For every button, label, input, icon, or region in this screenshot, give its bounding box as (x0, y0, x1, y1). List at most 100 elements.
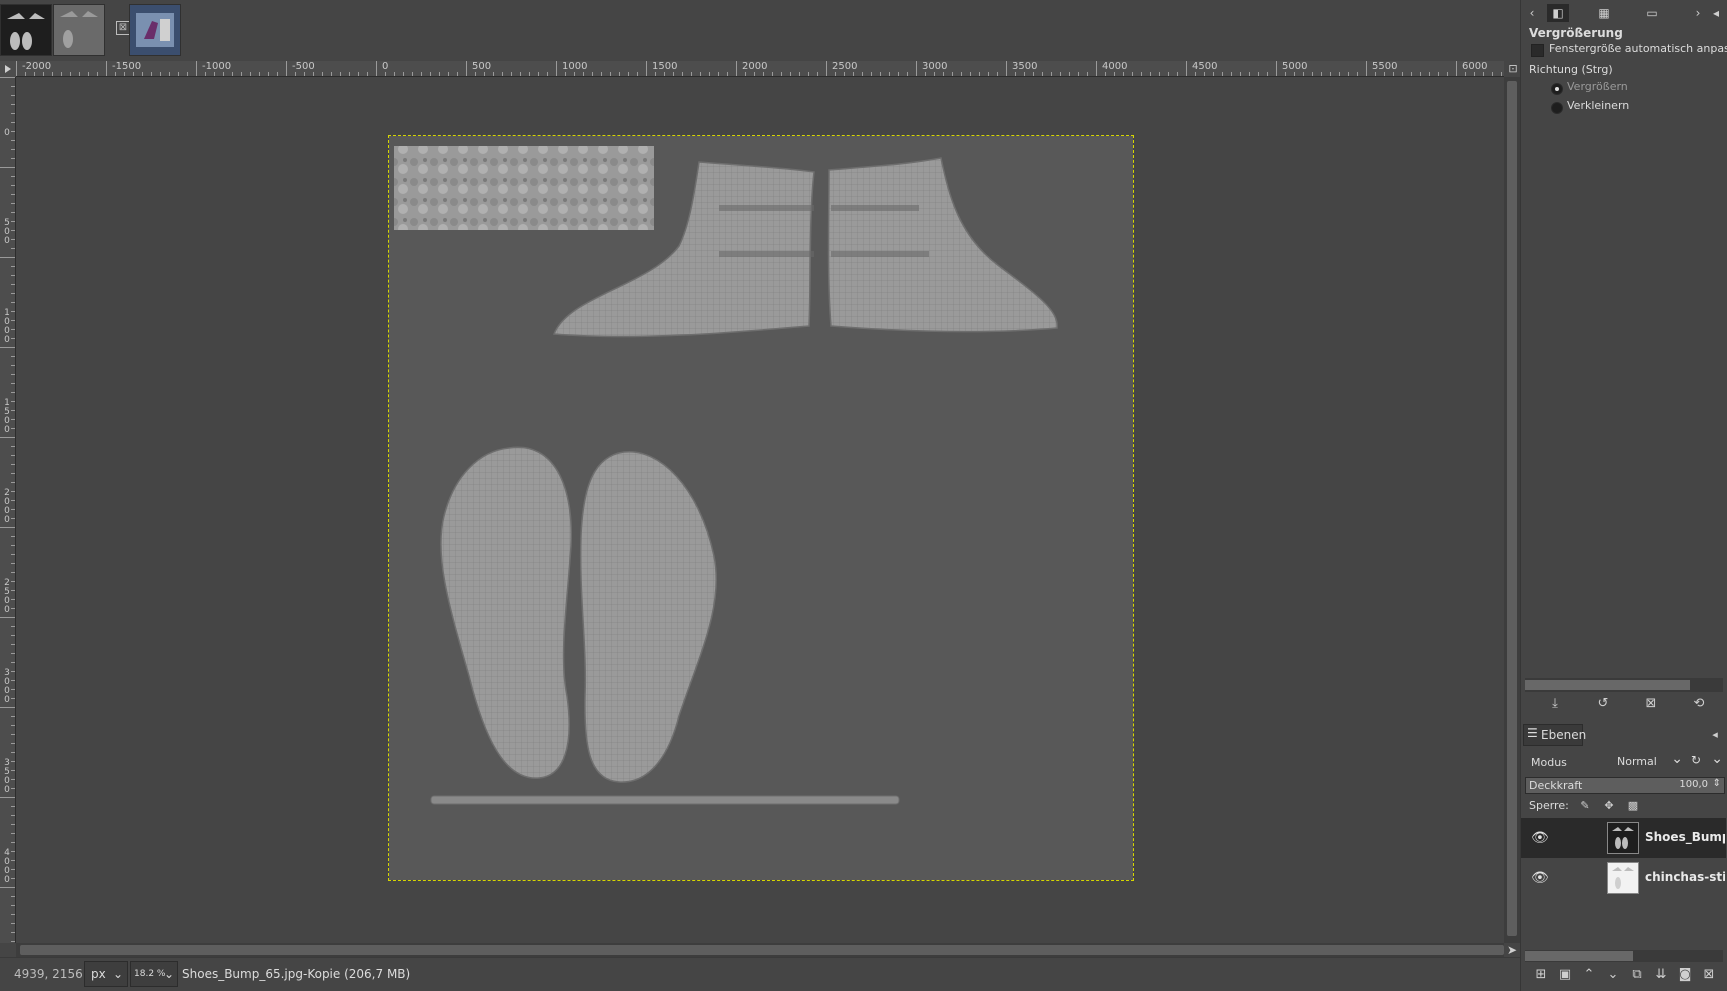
ruler-tick-label: -1000 (202, 61, 232, 72)
file-info: Shoes_Bump_65.jpg-Kopie (206,7 MB) (182, 967, 411, 981)
ruler-tick-label: 3000 (4, 668, 10, 705)
horizontal-ruler[interactable]: -2000 -1500 -1000 -500 0 500 1000 1500 2000 2500 3… (16, 61, 1504, 77)
device-status-tab[interactable]: ▭ (1641, 4, 1663, 22)
tool-options-tab[interactable]: ◧ (1547, 4, 1569, 22)
vertical-scrollbar[interactable] (1504, 77, 1520, 943)
ruler-tick-label: 1500 (652, 61, 678, 72)
ruler-tick-label: -1500 (112, 61, 142, 72)
navigate-icon[interactable]: ➤ (1504, 943, 1520, 957)
delete-layer-icon[interactable]: ⊠ (1699, 966, 1719, 984)
dock-menu-icon[interactable]: ◂ (1705, 726, 1725, 744)
mode-label: Modus (1531, 756, 1567, 769)
ruler-tick-label: 500 (472, 61, 492, 72)
ruler-tick-label: 4500 (1192, 61, 1218, 72)
lock-label: Sperre: (1529, 799, 1569, 812)
vertical-ruler[interactable]: 0 500 1000 1500 2000 2500 3000 3500 4000 (0, 77, 16, 943)
chevron-down-icon: ⌄ (112, 967, 123, 981)
scrollbar-thumb[interactable] (1525, 680, 1690, 690)
zoom-select[interactable]: 18.2 % ⌄ (130, 961, 178, 987)
save-tool-preset-icon[interactable]: ⤓ (1545, 695, 1565, 713)
ruler-tick-label: 1000 (562, 61, 588, 72)
ruler-tick-label: 6000 (1462, 61, 1488, 72)
ruler-tick-label: 3500 (1012, 61, 1038, 72)
visibility-eye-icon[interactable]: 👁 (1531, 830, 1549, 846)
lock-alpha-icon[interactable]: ▩ (1623, 797, 1643, 815)
horizontal-scrollbar[interactable] (16, 943, 1504, 957)
zoom-out-label: Verkleinern (1567, 99, 1630, 112)
ruler-tick-label: 2500 (832, 61, 858, 72)
raise-layer-icon[interactable]: ⌃ (1579, 966, 1599, 984)
scrollbar-thumb[interactable] (1507, 81, 1517, 936)
zoom-out-radio[interactable] (1551, 102, 1563, 114)
image-tab-render[interactable] (129, 4, 181, 56)
scrollbar-thumb[interactable] (1525, 951, 1633, 961)
scrollbar-thumb[interactable] (20, 945, 1504, 955)
zoom-in-radio[interactable] (1551, 83, 1563, 95)
new-layer-icon[interactable]: ⊞ (1531, 966, 1551, 984)
image-thumbnail (130, 5, 180, 55)
merge-layer-icon[interactable]: ⇊ (1651, 966, 1671, 984)
layer-row[interactable]: 👁 Shoes_Bump (1521, 818, 1726, 858)
pointer-coordinates: 4939, 2156 (14, 967, 83, 981)
canvas-area[interactable] (16, 77, 1504, 943)
tool-options-scrollbar[interactable] (1525, 678, 1723, 692)
status-bar: 4939, 2156 px ⌄ 18.2 % ⌄ Shoes_Bump_65.j… (0, 957, 1520, 991)
image-thumbnail (1, 5, 51, 55)
ruler-tick-label: 0 (4, 128, 10, 138)
right-dock: ‹ ◧ ▦ ▭ › ◂ Vergrößerung Fenstergröße au… (1520, 0, 1727, 991)
zoom-in-label: Vergrößern (1567, 80, 1628, 93)
pattern-tab[interactable]: ▦ (1593, 4, 1615, 22)
visibility-eye-icon[interactable]: 👁 (1531, 870, 1549, 886)
mode-value: Normal (1617, 755, 1657, 768)
ruler-corner-button[interactable] (0, 61, 16, 77)
image-canvas[interactable] (388, 135, 1134, 881)
layers-scrollbar[interactable] (1525, 950, 1723, 962)
layers-tab[interactable]: ☰ Ebenen (1523, 724, 1586, 746)
chevron-left-icon[interactable]: ‹ (1521, 4, 1543, 22)
ruler-tick-label: 0 (382, 61, 389, 72)
lower-layer-icon[interactable]: ⌄ (1603, 966, 1623, 984)
ruler-tick-label: 2000 (742, 61, 768, 72)
delete-tool-preset-icon[interactable]: ⊠ (1641, 695, 1661, 713)
opacity-label: Deckkraft (1529, 779, 1583, 792)
texture-swatch (394, 146, 654, 230)
tool-options-title: Vergrößerung (1529, 26, 1623, 40)
unit-select[interactable]: px ⌄ (84, 961, 128, 987)
auto-resize-checkbox[interactable] (1531, 44, 1544, 57)
chevron-down-icon: ⌄ (1711, 751, 1723, 767)
uv-texture-image (394, 146, 1058, 805)
reset-tool-options-icon[interactable]: ⟲ (1689, 695, 1709, 713)
reset-icon: ↻ (1691, 753, 1702, 767)
image-tab-chinchas[interactable] (53, 4, 105, 56)
ruler-tick-label: -500 (292, 61, 315, 72)
layers-icon: ☰ (1527, 726, 1538, 740)
ruler-tick-label: 5000 (1282, 61, 1308, 72)
ruler-tick-label: 4000 (4, 848, 10, 885)
mode-select[interactable]: Normal ⌄ (1613, 750, 1685, 772)
image-tab-bar: ⊠ (0, 0, 1520, 58)
opacity-value: 100,0 (1679, 779, 1708, 790)
ruler-tick-label: 1500 (4, 398, 10, 435)
dock-menu-icon[interactable]: ◂ (1705, 4, 1727, 22)
mode-reset-button[interactable]: ↻ ⌄ (1687, 750, 1725, 772)
spin-arrows-icon: ⇕ (1712, 778, 1721, 789)
zoom-fit-icon[interactable]: ⊡ (1506, 61, 1520, 77)
zoom-value: 18.2 % (134, 969, 166, 979)
ruler-tick-label: 500 (4, 218, 10, 246)
image-tab-shoes-bump[interactable] (0, 4, 52, 56)
layer-mask-icon[interactable]: ◙ (1675, 966, 1695, 984)
lock-pixels-icon[interactable]: ✎ (1575, 797, 1595, 815)
ruler-tick-label: 1000 (4, 308, 10, 345)
opacity-slider[interactable]: Deckkraft 100,0 ⇕ (1525, 777, 1725, 794)
layer-row[interactable]: 👁 chinchas-sti (1521, 858, 1726, 898)
chevron-down-icon: ⌄ (1671, 751, 1683, 767)
ruler-tick-label: 2000 (4, 488, 10, 525)
new-layer-group-icon[interactable]: ▣ (1555, 966, 1575, 984)
duplicate-layer-icon[interactable]: ⧉ (1627, 966, 1647, 984)
lock-position-icon[interactable]: ✥ (1599, 797, 1619, 815)
restore-tool-preset-icon[interactable]: ↺ (1593, 695, 1613, 713)
ruler-tick-label: 5500 (1372, 61, 1398, 72)
unit-value: px (91, 967, 106, 981)
close-tab-icon[interactable]: ⊠ (116, 21, 130, 35)
ruler-tick-label: 3000 (922, 61, 948, 72)
